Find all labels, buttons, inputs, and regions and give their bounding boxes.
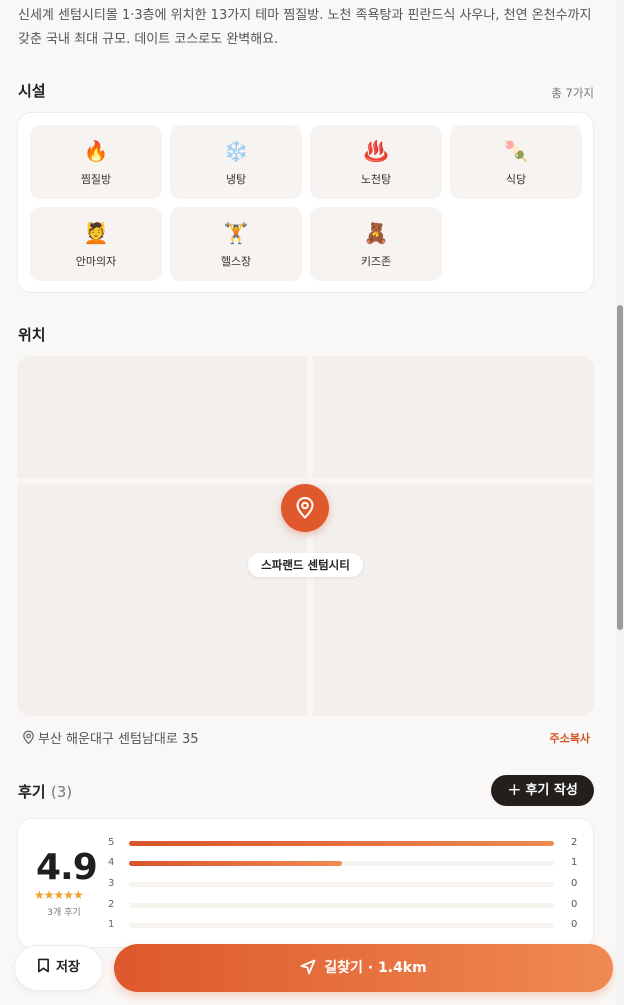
plus-icon: + <box>507 780 522 800</box>
write-review-button[interactable]: + 후기 작성 <box>491 775 594 806</box>
star-rating-icon: ★★★★★ <box>34 888 84 902</box>
facility-item: 💆 안마의자 <box>30 207 162 281</box>
rating-star-value: 3 <box>108 878 115 889</box>
rating-count: 0 <box>571 919 578 930</box>
facility-item: 🔥 찜질방 <box>30 125 162 199</box>
place-detail-page: 신세계 센텀시티몰 1·3층에 위치한 13가지 테마 찜질방. 노천 족욕탕과… <box>0 0 614 1005</box>
rating-bar-track <box>129 882 554 887</box>
write-review-label: 후기 작성 <box>525 783 578 798</box>
facility-item: ❄️ 냉탕 <box>170 125 302 199</box>
facility-label: 찜질방 <box>80 173 112 186</box>
rating-bar-fill <box>129 861 342 866</box>
facilities-title: 시설 <box>18 82 46 100</box>
rating-bar-row: 1 0 <box>108 919 583 933</box>
facility-label: 안마의자 <box>75 255 117 268</box>
location-pin-icon <box>23 730 34 745</box>
snowflake-icon: ❄️ <box>223 139 249 163</box>
review-count-label: 3개 후기 <box>47 908 81 918</box>
facility-label: 헬스장 <box>220 255 252 268</box>
copy-address-button[interactable]: 주소복사 <box>550 730 590 746</box>
rating-star-value: 1 <box>108 919 115 930</box>
directions-button[interactable]: 길찾기 · 1.4km <box>114 944 613 992</box>
place-description: 신세계 센텀시티몰 1·3층에 위치한 13가지 테마 찜질방. 노천 족욕탕과… <box>18 8 592 47</box>
rating-bar-row: 2 0 <box>108 899 583 913</box>
address-text: 부산 해운대구 센텀남대로 35 <box>38 732 199 747</box>
facility-item: 🍡 식당 <box>450 125 582 199</box>
map-pin[interactable] <box>281 484 329 532</box>
address: 부산 해운대구 센텀남대로 35 <box>22 728 199 747</box>
weightlifting-icon: 🏋️ <box>223 221 249 245</box>
rating-count: 1 <box>571 857 578 868</box>
facility-item: 🏋️ 헬스장 <box>170 207 302 281</box>
facility-label: 키즈존 <box>360 255 392 268</box>
rating-bar-row: 3 0 <box>108 878 583 892</box>
rating-bar-track <box>129 923 554 928</box>
location-pin-icon <box>296 496 314 519</box>
facilities-card: 🔥 찜질방 ❄️ 냉탕 ♨️ 노천탕 🍡 식당 💆 안마의자 🏋️ 헬스장 🧸 … <box>17 112 594 293</box>
teddy-bear-icon: 🧸 <box>363 221 389 245</box>
facility-label: 노천탕 <box>360 173 392 186</box>
save-label: 저장 <box>56 960 80 975</box>
rating-bar-fill <box>129 841 554 846</box>
scrollbar[interactable] <box>616 0 624 1005</box>
rating-bar-track <box>129 861 554 866</box>
rating-bar-row: 5 2 <box>108 837 583 851</box>
bookmark-icon <box>38 958 50 973</box>
reviews-title-text: 후기 <box>18 783 46 801</box>
navigation-arrow-icon <box>300 959 316 975</box>
location-title: 위치 <box>18 326 46 344</box>
facility-label: 식당 <box>505 173 527 186</box>
food-icon: 🍡 <box>503 139 529 163</box>
rating-count: 0 <box>571 878 578 889</box>
facility-item: 🧸 키즈존 <box>310 207 442 281</box>
rating-star-value: 2 <box>108 899 115 910</box>
scrollbar-thumb[interactable] <box>617 305 623 630</box>
rating-star-value: 5 <box>108 837 115 848</box>
facility-label: 냉탕 <box>225 173 247 186</box>
save-button[interactable]: 저장 <box>14 945 103 991</box>
rating-count: 0 <box>571 899 578 910</box>
rating-count: 2 <box>571 837 578 848</box>
rating-bar-track <box>129 903 554 908</box>
hot-springs-icon: ♨️ <box>363 139 389 163</box>
rating-bar-row: 4 1 <box>108 857 583 871</box>
reviews-count: (3) <box>50 783 73 801</box>
map-road <box>307 356 313 716</box>
facilities-total: 총 7가지 <box>551 86 594 100</box>
rating-star-value: 4 <box>108 857 115 868</box>
location-map[interactable]: 스파랜드 센텀시티 <box>17 356 594 716</box>
average-rating: 4.9 <box>36 847 98 888</box>
reviews-title: 후기 (3) <box>18 781 72 802</box>
map-place-label: 스파랜드 센텀시티 <box>248 553 363 577</box>
directions-label: 길찾기 · 1.4km <box>324 960 427 976</box>
fire-icon: 🔥 <box>83 139 109 163</box>
facility-item: ♨️ 노천탕 <box>310 125 442 199</box>
massage-icon: 💆 <box>83 221 109 245</box>
rating-bar-track <box>129 841 554 846</box>
rating-summary-card: 4.9 ★★★★★ 3개 후기 5 2 4 1 3 0 2 0 1 0 <box>17 818 594 948</box>
